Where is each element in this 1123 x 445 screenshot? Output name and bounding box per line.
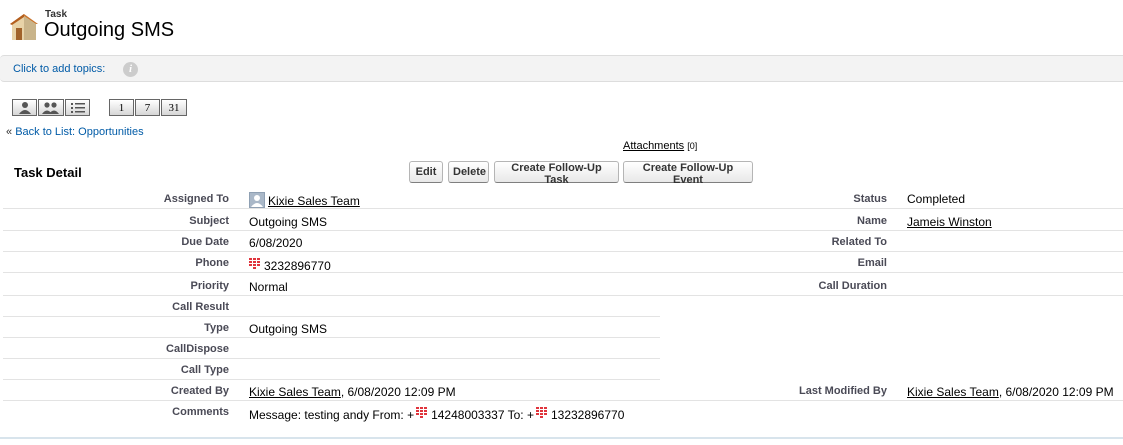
email-label: Email	[857, 257, 887, 269]
single-user-view-button[interactable]	[12, 99, 37, 116]
page-header: Task Outgoing SMS	[0, 0, 1123, 52]
related-to-label: Related To	[831, 236, 887, 248]
name-value: Jameis Winston	[907, 215, 992, 229]
created-by-user-link[interactable]: Kixie Sales Team	[249, 385, 341, 399]
last-modified-by-label: Last Modified By	[798, 385, 887, 397]
phone-number[interactable]: 3232896770	[264, 259, 331, 273]
type-label: Type	[204, 322, 229, 334]
priority-value: Normal	[249, 280, 288, 294]
row-divider	[3, 272, 1123, 273]
phone-dialpad-icon[interactable]	[416, 407, 428, 418]
back-to-list-link[interactable]: Back to List: Opportunities	[15, 126, 143, 138]
detail-row: Comments Message: testing andy From: + 1…	[0, 402, 1123, 423]
subject-label: Subject	[189, 215, 229, 227]
call-type-label: Call Type	[180, 364, 229, 376]
task-detail-title: Task Detail	[14, 165, 82, 180]
detail-row: Due Date 6/08/2020 Related To	[0, 231, 1123, 252]
week-view-button[interactable]: 7	[135, 99, 160, 116]
row-divider	[3, 208, 1123, 209]
last-modified-by-user-link[interactable]: Kixie Sales Team	[907, 385, 999, 399]
due-date-value: 6/08/2020	[249, 236, 303, 250]
create-follow-up-event-button[interactable]: Create Follow-Up Event	[623, 161, 753, 186]
back-arrow: «	[6, 126, 16, 138]
created-by-label: Created By	[170, 385, 229, 397]
attachments-link-group: Attachments [0]	[623, 140, 697, 152]
detail-row: Priority Normal Call Duration	[0, 275, 1123, 296]
task-house-icon	[10, 14, 38, 40]
priority-label: Priority	[190, 280, 229, 292]
page-title: Outgoing SMS	[44, 19, 175, 41]
phone-label: Phone	[195, 257, 229, 269]
created-date: , 6/08/2020 12:09 PM	[340, 385, 456, 399]
add-topics-link[interactable]: Click to add topics:	[13, 63, 105, 75]
breadcrumb: « Back to List: Opportunities	[6, 126, 144, 138]
name-label: Name	[857, 215, 887, 227]
comments-from-number[interactable]: 14248003337	[431, 408, 504, 422]
call-duration-label: Call Duration	[818, 280, 887, 292]
call-result-label: Call Result	[172, 301, 229, 313]
phone-dialpad-icon[interactable]	[535, 407, 547, 418]
last-modified-by-value: Kixie Sales Team, 6/08/2020 12:09 PM	[907, 385, 1114, 399]
day-view-button[interactable]: 1	[109, 99, 134, 116]
created-by-value: Kixie Sales Team, 6/08/2020 12:09 PM	[249, 385, 456, 399]
attachments-link[interactable]: Attachments	[623, 140, 684, 152]
row-divider	[3, 400, 1123, 401]
status-label: Status	[853, 193, 887, 205]
call-dispose-label: CallDispose	[166, 343, 229, 355]
multi-user-view-button[interactable]	[38, 99, 64, 116]
detail-row: Call Result	[0, 296, 660, 317]
due-date-label: Due Date	[181, 236, 229, 248]
list-icon	[70, 103, 85, 113]
last-modified-date: , 6/08/2020 12:09 PM	[998, 385, 1114, 399]
subject-value: Outgoing SMS	[249, 215, 328, 229]
phone-value: 3232896770	[249, 258, 331, 273]
user-avatar-icon	[249, 192, 265, 208]
edit-button[interactable]: Edit	[409, 161, 443, 183]
detail-row: Phone 3232896770 Email	[0, 252, 1123, 273]
section-bottom-border	[0, 437, 1123, 439]
status-value: Completed	[907, 192, 966, 206]
month-view-button[interactable]: 31	[161, 99, 187, 116]
comments-text-part: Message: testing andy From: +	[249, 408, 415, 422]
person-icon	[18, 102, 31, 114]
list-view-button[interactable]	[65, 99, 90, 116]
detail-row: Assigned To Kixie Sales Team Status Comp…	[0, 188, 1123, 209]
create-follow-up-task-button[interactable]: Create Follow-Up Task	[494, 161, 619, 186]
contact-name-link[interactable]: Jameis Winston	[907, 215, 992, 229]
topics-bar: Click to add topics: i	[0, 55, 1123, 82]
delete-button[interactable]: Delete	[448, 161, 489, 183]
comments-to-number[interactable]: 13232896770	[551, 408, 624, 422]
info-icon[interactable]: i	[123, 62, 138, 77]
detail-row: Call Type	[0, 359, 660, 380]
detail-row: Created By Kixie Sales Team, 6/08/2020 1…	[0, 380, 1123, 401]
comments-value: Message: testing andy From: + 1424800333…	[249, 407, 624, 422]
comments-text-part: To: +	[504, 408, 534, 422]
assigned-to-value: Kixie Sales Team	[249, 192, 360, 208]
attachments-count: [0]	[687, 141, 698, 151]
detail-row: Type Outgoing SMS	[0, 317, 660, 338]
type-value: Outgoing SMS	[249, 322, 328, 336]
people-icon	[42, 102, 59, 114]
assigned-to-label: Assigned To	[163, 193, 229, 205]
detail-row: Subject Outgoing SMS Name Jameis Winston	[0, 210, 1123, 231]
phone-dialpad-icon[interactable]	[249, 258, 260, 269]
comments-label: Comments	[172, 406, 229, 418]
detail-row: CallDispose	[0, 338, 660, 359]
assigned-to-link[interactable]: Kixie Sales Team	[268, 194, 360, 208]
